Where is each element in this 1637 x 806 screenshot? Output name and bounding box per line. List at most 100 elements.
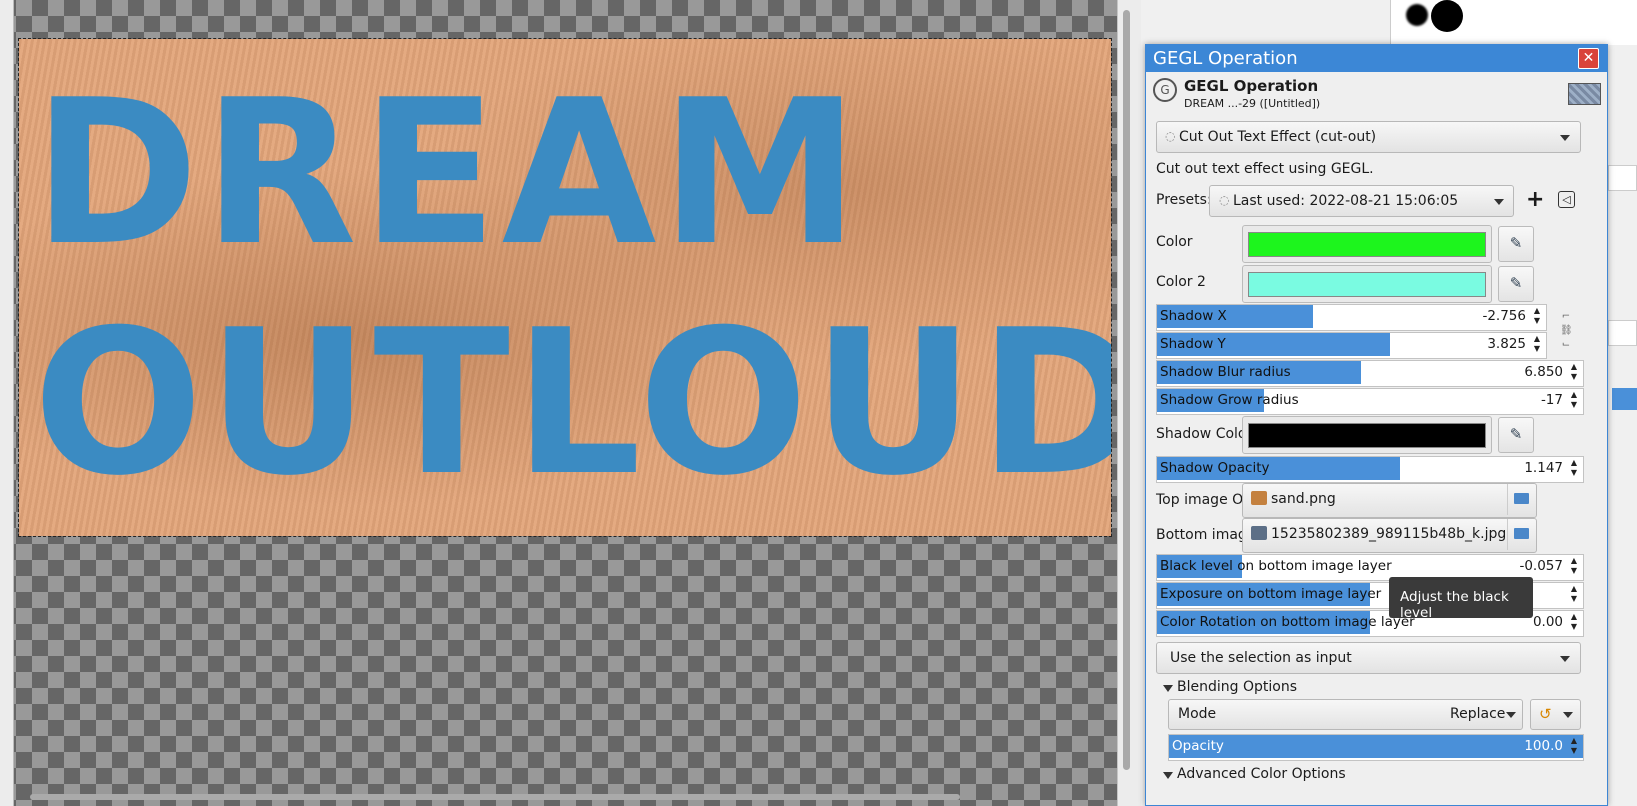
image-thumbnail bbox=[1568, 83, 1601, 105]
color-picker-icon[interactable]: ✎ bbox=[1498, 417, 1534, 453]
shadow-color-button[interactable] bbox=[1242, 416, 1492, 454]
color-swatch bbox=[1248, 232, 1486, 257]
chevron-down-icon bbox=[1560, 656, 1570, 662]
open-folder-icon[interactable] bbox=[1507, 519, 1536, 550]
black-level-label: Black level on bottom image layer bbox=[1160, 558, 1392, 574]
shadow-blur-value: 6.850 bbox=[1524, 364, 1563, 380]
brushes-panel bbox=[1390, 0, 1637, 45]
color2-button[interactable] bbox=[1242, 265, 1492, 303]
chevron-down-icon bbox=[1494, 199, 1504, 205]
shadow-y-label: Shadow Y bbox=[1160, 336, 1226, 352]
image-file-icon bbox=[1251, 491, 1267, 505]
header-subtitle: DREAM ...-29 ([Untitled]) bbox=[1184, 97, 1321, 110]
background-field bbox=[1608, 320, 1637, 346]
blend-mode-value: Replace bbox=[1450, 706, 1506, 722]
color-picker-icon[interactable]: ✎ bbox=[1498, 226, 1534, 262]
spin-arrows-icon[interactable]: ▲ ▼ bbox=[1568, 362, 1580, 383]
shadow-blur-slider[interactable]: Shadow Blur radius 6.850 ▲ ▼ bbox=[1156, 360, 1584, 387]
presets-label: Presets: bbox=[1156, 192, 1212, 208]
spin-arrows-icon[interactable]: ▲ ▼ bbox=[1531, 306, 1543, 327]
chevron-down-icon bbox=[1560, 135, 1570, 141]
preset-menu-button[interactable]: ◁ bbox=[1558, 191, 1575, 208]
shadow-color-swatch bbox=[1248, 423, 1486, 448]
horizontal-scrollbar[interactable] bbox=[30, 794, 960, 800]
presets-select[interactable]: ◌ Last used: 2022-08-21 15:06:05 bbox=[1209, 185, 1514, 217]
bottom-overlay-filename: 15235802389_989115b48b_k.jpg bbox=[1271, 526, 1507, 542]
image-layer[interactable]: DREAM OUTLOUD! bbox=[18, 38, 1112, 537]
brush-small-icon[interactable] bbox=[1406, 4, 1428, 26]
shadow-x-value: -2.756 bbox=[1482, 308, 1526, 324]
color-button[interactable] bbox=[1242, 225, 1492, 263]
bottom-overlay-file-chooser[interactable]: 15235802389_989115b48b_k.jpg bbox=[1242, 518, 1537, 553]
spin-arrows-icon[interactable]: ▲ ▼ bbox=[1568, 612, 1580, 633]
chain-link-icon[interactable]: ⌐ ⛓ ⌙ bbox=[1560, 310, 1573, 352]
presets-select-value: Last used: 2022-08-21 15:06:05 bbox=[1233, 193, 1459, 209]
gegl-operation-dialog: GEGL Operation ✕ G GEGL Operation DREAM … bbox=[1145, 44, 1608, 806]
spin-arrows-icon[interactable]: ▲ ▼ bbox=[1568, 458, 1580, 479]
shadow-grow-label: Shadow Grow radius bbox=[1160, 392, 1299, 408]
shadow-y-slider[interactable]: Shadow Y 3.825 ▲ ▼ bbox=[1156, 332, 1547, 359]
canvas-text-line2: OUTLOUD! bbox=[33, 287, 1111, 520]
operation-description: Cut out text effect using GEGL. bbox=[1156, 161, 1374, 177]
open-folder-icon[interactable] bbox=[1507, 484, 1536, 515]
header-title: GEGL Operation bbox=[1184, 77, 1319, 95]
color-rotation-label: Color Rotation on bottom image layer bbox=[1160, 614, 1415, 630]
expander-arrow-icon[interactable] bbox=[1163, 772, 1173, 779]
advanced-color-options-expander[interactable]: Advanced Color Options bbox=[1177, 766, 1346, 782]
opacity-slider[interactable]: Opacity 100.0 ▲ ▼ bbox=[1168, 734, 1584, 761]
input-mode-value: Use the selection as input bbox=[1170, 650, 1352, 666]
blend-mode-label: Mode bbox=[1178, 706, 1217, 722]
spin-arrows-icon[interactable]: ▲ ▼ bbox=[1568, 736, 1580, 757]
operation-select-value: Cut Out Text Effect (cut-out) bbox=[1179, 129, 1377, 145]
reset-mode-button[interactable]: ↺ bbox=[1530, 699, 1581, 730]
gegl-logo-icon: G bbox=[1153, 78, 1177, 102]
input-mode-select[interactable]: Use the selection as input bbox=[1156, 642, 1581, 674]
dialog-title: GEGL Operation bbox=[1153, 48, 1298, 69]
shadow-color-label: Shadow Color bbox=[1156, 426, 1253, 442]
color-picker-icon[interactable]: ✎ bbox=[1498, 266, 1534, 302]
top-overlay-file-chooser[interactable]: sand.png bbox=[1242, 483, 1537, 518]
image-canvas[interactable]: DREAM OUTLOUD! bbox=[0, 0, 1117, 806]
shadow-opacity-value: 1.147 bbox=[1524, 460, 1563, 476]
vertical-scrollbar-thumb[interactable] bbox=[1123, 10, 1130, 770]
color-label: Color bbox=[1156, 234, 1193, 250]
shadow-y-value: 3.825 bbox=[1487, 336, 1526, 352]
dialog-titlebar[interactable]: GEGL Operation ✕ bbox=[1146, 45, 1607, 72]
gegl-small-icon: ◌ bbox=[1165, 129, 1176, 143]
image-file-icon bbox=[1251, 526, 1267, 540]
spin-arrows-icon[interactable]: ▲ ▼ bbox=[1568, 584, 1580, 605]
shadow-grow-value: -17 bbox=[1540, 392, 1563, 408]
canvas-text-line1: DREAM bbox=[33, 57, 864, 290]
color-rotation-value: 0.00 bbox=[1532, 614, 1563, 630]
chevron-down-icon bbox=[1506, 712, 1516, 718]
spin-arrows-icon[interactable]: ▲ ▼ bbox=[1568, 556, 1580, 577]
spin-arrows-icon[interactable]: ▲ ▼ bbox=[1568, 390, 1580, 411]
expander-arrow-icon[interactable] bbox=[1163, 685, 1173, 692]
reset-icon: ↺ bbox=[1539, 705, 1552, 723]
chevron-down-icon bbox=[1563, 712, 1573, 718]
close-button[interactable]: ✕ bbox=[1578, 48, 1599, 69]
background-field bbox=[1608, 165, 1637, 191]
tooltip: Adjust the black level bbox=[1389, 577, 1533, 621]
vertical-ruler[interactable] bbox=[0, 0, 14, 806]
shadow-grow-slider[interactable]: Shadow Grow radius -17 ▲ ▼ bbox=[1156, 388, 1584, 415]
background-highlight bbox=[1612, 388, 1637, 410]
shadow-opacity-slider[interactable]: Shadow Opacity 1.147 ▲ ▼ bbox=[1156, 456, 1584, 483]
shadow-blur-label: Shadow Blur radius bbox=[1160, 364, 1291, 380]
operation-select[interactable]: ◌ Cut Out Text Effect (cut-out) bbox=[1156, 121, 1581, 153]
shadow-x-slider[interactable]: Shadow X -2.756 ▲ ▼ bbox=[1156, 304, 1547, 331]
blending-options-expander[interactable]: Blending Options bbox=[1177, 679, 1297, 695]
color2-swatch bbox=[1248, 272, 1486, 297]
shadow-x-label: Shadow X bbox=[1160, 308, 1227, 324]
shadow-opacity-label: Shadow Opacity bbox=[1160, 460, 1270, 476]
brush-large-icon[interactable] bbox=[1431, 0, 1463, 32]
spin-arrows-icon[interactable]: ▲ ▼ bbox=[1531, 334, 1543, 355]
top-overlay-filename: sand.png bbox=[1271, 491, 1336, 507]
blend-mode-select[interactable]: Mode Replace bbox=[1168, 699, 1523, 730]
opacity-label: Opacity bbox=[1172, 738, 1224, 754]
opacity-value: 100.0 bbox=[1524, 738, 1563, 754]
black-level-value: -0.057 bbox=[1519, 558, 1563, 574]
add-preset-button[interactable]: + bbox=[1526, 187, 1544, 212]
gegl-small-icon: ◌ bbox=[1219, 193, 1230, 207]
exposure-label: Exposure on bottom image layer bbox=[1160, 586, 1382, 602]
